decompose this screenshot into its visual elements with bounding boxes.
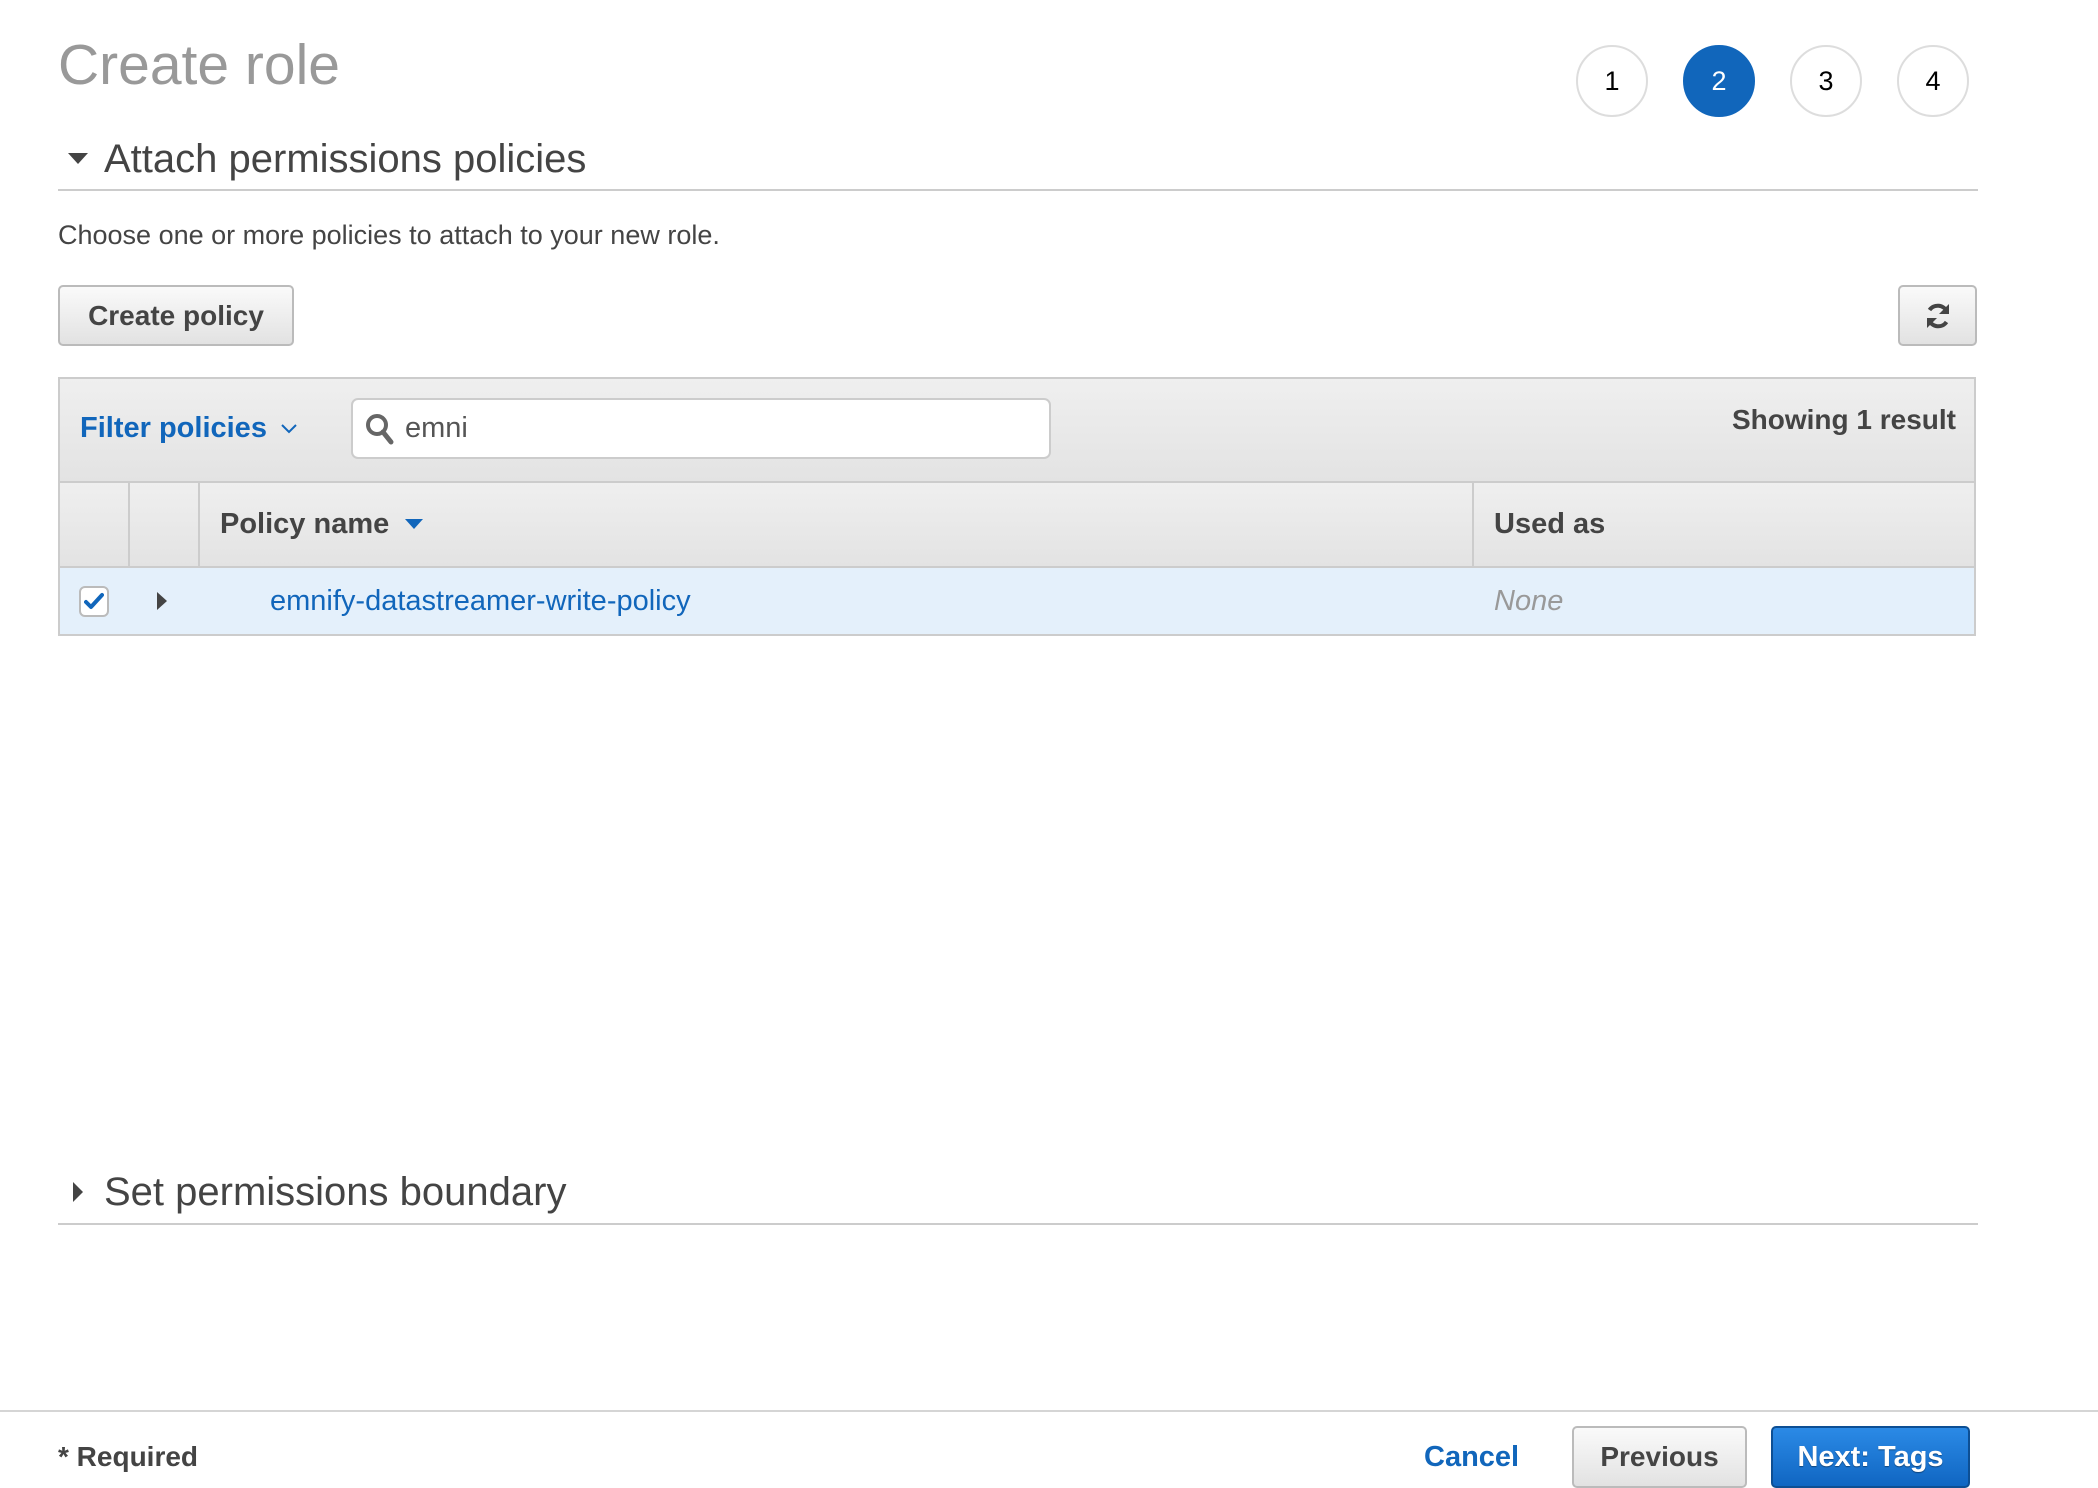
header-select-column	[60, 483, 130, 566]
footer-divider	[0, 1410, 2098, 1412]
step-2-current[interactable]: 2	[1683, 45, 1755, 117]
wizard-steps: 1 2 3 4	[1576, 45, 2004, 117]
row-policy-name-cell: emnify-datastreamer-write-policy	[200, 568, 1474, 634]
page-title: Create role	[58, 33, 340, 97]
policy-name-column-label: Policy name	[220, 508, 390, 540]
chevron-down-icon	[281, 423, 297, 434]
search-icon	[365, 413, 395, 445]
attach-policies-description: Choose one or more policies to attach to…	[58, 220, 720, 250]
filter-policies-label: Filter policies	[80, 412, 267, 444]
attach-policies-heading: Attach permissions policies	[104, 137, 587, 181]
attach-policies-section-toggle[interactable]: Attach permissions policies	[58, 134, 586, 184]
row-used-as-cell: None	[1474, 568, 1974, 634]
step-4[interactable]: 4	[1897, 45, 1969, 117]
policy-search-field[interactable]	[351, 398, 1051, 459]
header-used-as[interactable]: Used as	[1474, 483, 1974, 566]
caret-right-icon[interactable]	[157, 592, 168, 610]
header-expand-column	[130, 483, 200, 566]
table-header-row: Policy name Used as	[60, 483, 1974, 568]
row-checkbox[interactable]	[79, 585, 109, 617]
checkmark-icon	[84, 592, 104, 610]
permissions-boundary-heading: Set permissions boundary	[104, 1170, 567, 1214]
section-divider	[58, 189, 1978, 191]
row-select-cell	[60, 568, 130, 634]
used-as-value: None	[1494, 584, 1564, 617]
row-expand-cell	[130, 568, 200, 634]
previous-button[interactable]: Previous	[1572, 1426, 1747, 1488]
step-1[interactable]: 1	[1576, 45, 1648, 117]
next-tags-button[interactable]: Next: Tags	[1771, 1426, 1970, 1488]
used-as-column-label: Used as	[1494, 508, 1606, 540]
table-row[interactable]: emnify-datastreamer-write-policy None	[60, 568, 1974, 634]
table-filter-bar: Filter policies Showing 1 result	[60, 379, 1974, 483]
cancel-link[interactable]: Cancel	[1424, 1441, 1519, 1474]
section-divider	[58, 1223, 1978, 1225]
caret-down-icon	[58, 153, 98, 165]
refresh-button[interactable]	[1898, 285, 1977, 346]
permissions-boundary-section-toggle[interactable]: Set permissions boundary	[58, 1167, 566, 1217]
create-policy-button[interactable]: Create policy	[58, 285, 294, 346]
header-policy-name[interactable]: Policy name	[200, 483, 1474, 566]
caret-right-icon	[58, 1182, 98, 1202]
sort-descending-icon[interactable]	[405, 519, 424, 530]
step-3[interactable]: 3	[1790, 45, 1862, 117]
refresh-icon	[1923, 301, 1953, 331]
policies-table: Filter policies Showing 1 result Policy …	[58, 377, 1976, 636]
policy-name-link[interactable]: emnify-datastreamer-write-policy	[270, 585, 691, 618]
filter-policies-dropdown[interactable]: Filter policies	[80, 412, 297, 445]
policy-search-input[interactable]	[403, 411, 1007, 446]
required-note: * Required	[58, 1441, 199, 1472]
result-count: Showing 1 result	[1731, 404, 1956, 435]
